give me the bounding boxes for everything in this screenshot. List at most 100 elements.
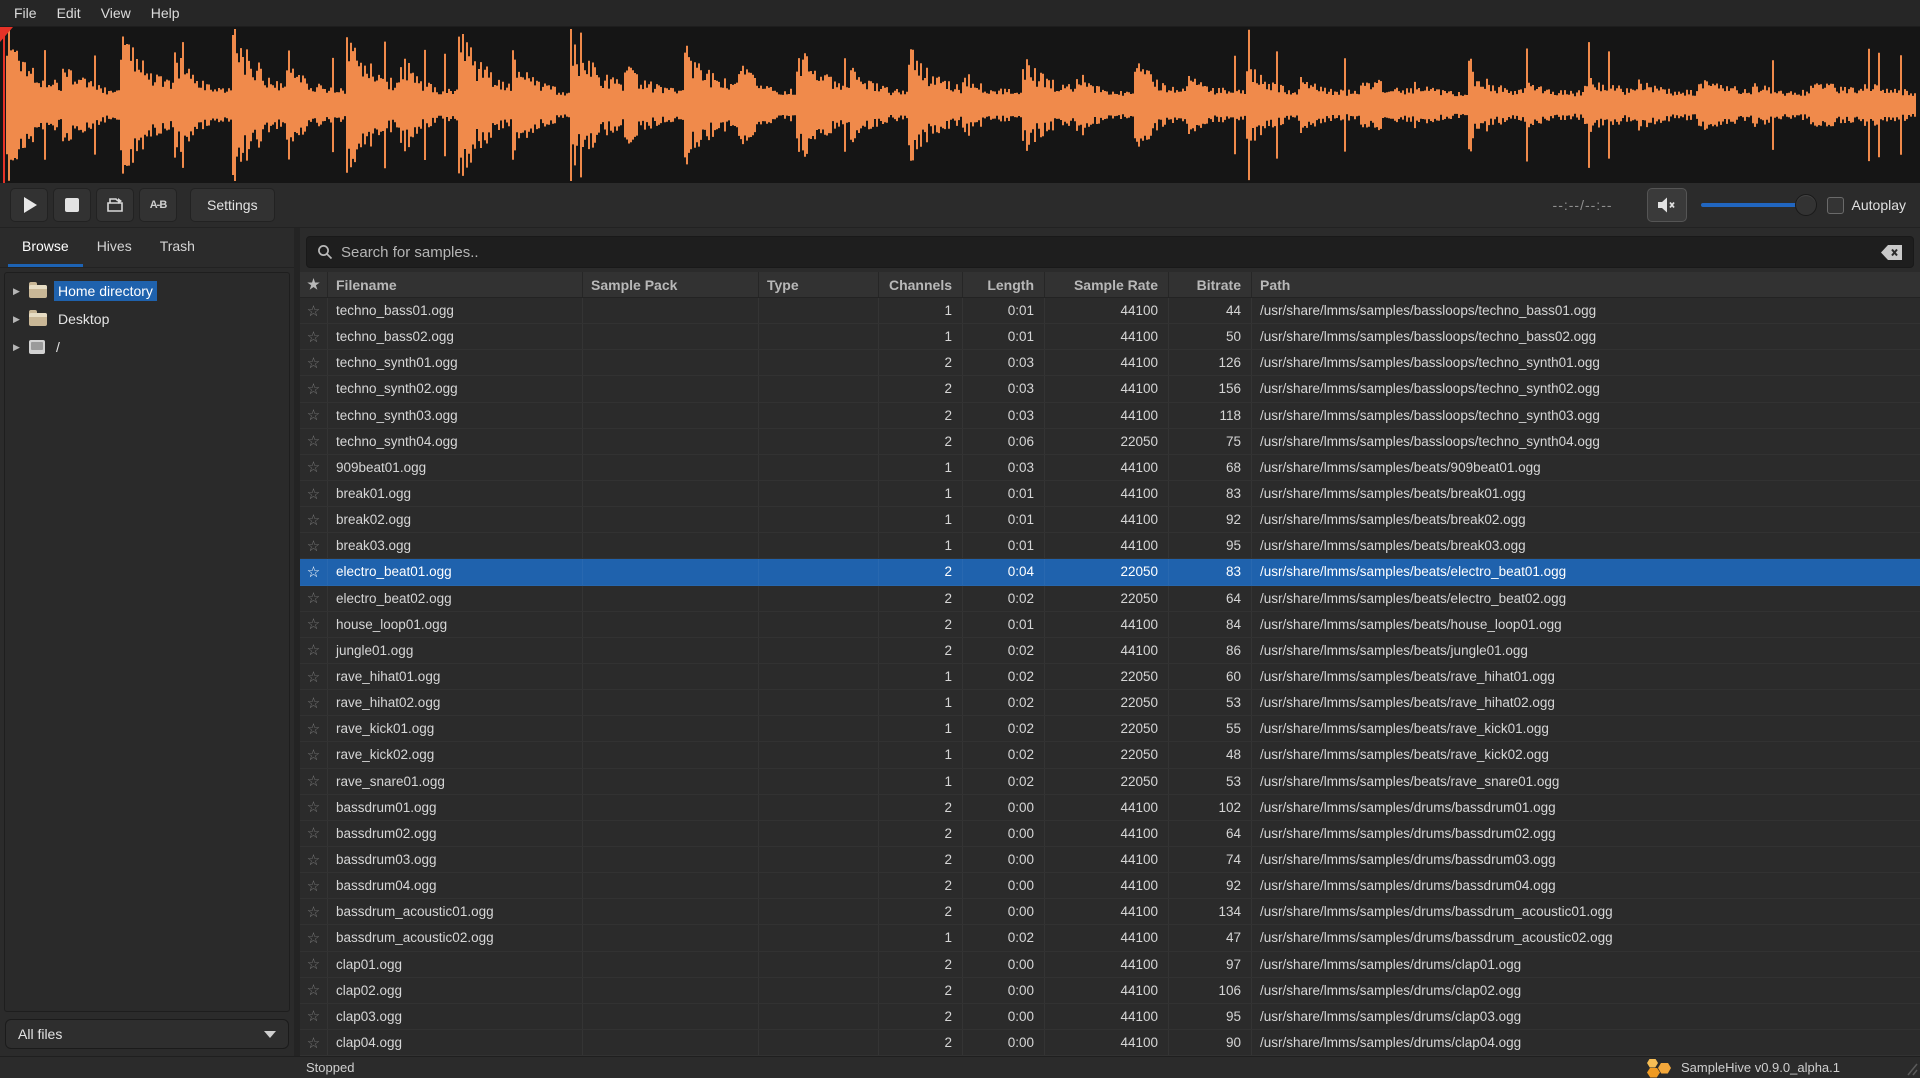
table-row[interactable]: ☆bassdrum01.ogg20:0044100102/usr/share/l… [300, 795, 1920, 821]
table-row[interactable]: ☆techno_synth02.ogg20:0344100156/usr/sha… [300, 376, 1920, 402]
favorite-star-icon[interactable]: ☆ [300, 1030, 328, 1055]
column-header-path[interactable]: Path [1252, 272, 1920, 297]
table-row[interactable]: ☆clap01.ogg20:004410097/usr/share/lmms/s… [300, 952, 1920, 978]
table-row[interactable]: ☆break01.ogg10:014410083/usr/share/lmms/… [300, 481, 1920, 507]
favorite-star-icon[interactable]: ☆ [300, 586, 328, 611]
tab-hives[interactable]: Hives [83, 228, 146, 267]
search-input[interactable] [341, 244, 1881, 261]
table-row[interactable]: ☆rave_kick02.ogg10:022205048/usr/share/l… [300, 742, 1920, 768]
tree-item-root[interactable]: ▶ / [5, 333, 289, 361]
column-header-bitrate[interactable]: Bitrate [1169, 272, 1252, 297]
column-header-type[interactable]: Type [759, 272, 879, 297]
table-row[interactable]: ☆jungle01.ogg20:024410086/usr/share/lmms… [300, 638, 1920, 664]
table-row[interactable]: ☆techno_bass02.ogg10:014410050/usr/share… [300, 324, 1920, 350]
table-row[interactable]: ☆electro_beat02.ogg20:022205064/usr/shar… [300, 586, 1920, 612]
table-row[interactable]: ☆techno_bass01.ogg10:014410044/usr/share… [300, 298, 1920, 324]
favorite-star-icon[interactable]: ☆ [300, 899, 328, 924]
volume-handle[interactable] [1795, 194, 1817, 216]
table-row[interactable]: ☆rave_snare01.ogg10:022205053/usr/share/… [300, 769, 1920, 795]
favorite-star-icon[interactable]: ☆ [300, 533, 328, 558]
table-row[interactable]: ☆techno_synth01.ogg20:0344100126/usr/sha… [300, 350, 1920, 376]
autoplay-checkbox[interactable] [1827, 197, 1844, 214]
cell-sample-pack [583, 350, 759, 375]
favorite-star-icon[interactable]: ☆ [300, 507, 328, 532]
file-filter-dropdown[interactable]: All files [5, 1019, 289, 1049]
favorite-star-icon[interactable]: ☆ [300, 403, 328, 428]
favorite-star-icon[interactable]: ☆ [300, 873, 328, 898]
clear-search-icon[interactable] [1881, 245, 1903, 260]
cell-sample-pack [583, 952, 759, 977]
column-header-channels[interactable]: Channels [879, 272, 963, 297]
play-button[interactable] [10, 188, 48, 222]
favorite-star-icon[interactable]: ☆ [300, 612, 328, 637]
expander-icon[interactable]: ▶ [13, 342, 29, 353]
table-row[interactable]: ☆break02.ogg10:014410092/usr/share/lmms/… [300, 507, 1920, 533]
favorite-star-icon[interactable]: ☆ [300, 481, 328, 506]
table-row[interactable]: ☆clap03.ogg20:004410095/usr/share/lmms/s… [300, 1004, 1920, 1030]
settings-button[interactable]: Settings [190, 188, 275, 222]
favorite-star-icon[interactable]: ☆ [300, 350, 328, 375]
table-row[interactable]: ☆bassdrum_acoustic01.ogg20:0044100134/us… [300, 899, 1920, 925]
favorite-star-icon[interactable]: ☆ [300, 1004, 328, 1029]
favorite-star-icon[interactable]: ☆ [300, 742, 328, 767]
tree-item-home[interactable]: ▶ Home directory [5, 277, 289, 305]
favorite-star-icon[interactable]: ☆ [300, 376, 328, 401]
column-header-length[interactable]: Length [963, 272, 1045, 297]
table-row[interactable]: ☆rave_hihat02.ogg10:022205053/usr/share/… [300, 690, 1920, 716]
column-header-filename[interactable]: Filename [328, 272, 583, 297]
table-row[interactable]: ☆break03.ogg10:014410095/usr/share/lmms/… [300, 533, 1920, 559]
favorite-star-icon[interactable]: ☆ [300, 821, 328, 846]
table-row[interactable]: ☆techno_synth03.ogg20:0344100118/usr/sha… [300, 403, 1920, 429]
stop-button[interactable] [53, 188, 91, 222]
resize-grip[interactable] [1900, 1060, 1918, 1076]
column-header-sample-pack[interactable]: Sample Pack [583, 272, 759, 297]
cell-bitrate: 74 [1169, 847, 1252, 872]
table-row[interactable]: ☆clap02.ogg20:0044100106/usr/share/lmms/… [300, 978, 1920, 1004]
loop-sample-button[interactable] [96, 188, 134, 222]
table-row[interactable]: ☆bassdrum04.ogg20:004410092/usr/share/lm… [300, 873, 1920, 899]
favorite-star-icon[interactable]: ☆ [300, 795, 328, 820]
table-row[interactable]: ☆bassdrum_acoustic02.ogg10:024410047/usr… [300, 925, 1920, 951]
cell-bitrate: 60 [1169, 664, 1252, 689]
favorite-star-icon[interactable]: ☆ [300, 298, 328, 323]
menu-file[interactable]: File [4, 0, 47, 26]
favorite-star-icon[interactable]: ☆ [300, 952, 328, 977]
volume-slider[interactable] [1701, 194, 1813, 216]
cell-bitrate: 90 [1169, 1030, 1252, 1055]
favorite-column-header[interactable]: ★ [300, 272, 328, 297]
expander-icon[interactable]: ▶ [13, 314, 29, 325]
favorite-star-icon[interactable]: ☆ [300, 847, 328, 872]
tab-trash[interactable]: Trash [146, 228, 209, 267]
favorite-star-icon[interactable]: ☆ [300, 429, 328, 454]
favorite-star-icon[interactable]: ☆ [300, 978, 328, 1003]
table-row[interactable]: ☆bassdrum02.ogg20:004410064/usr/share/lm… [300, 821, 1920, 847]
favorite-star-icon[interactable]: ☆ [300, 664, 328, 689]
mute-button[interactable] [1647, 188, 1687, 222]
table-row[interactable]: ☆rave_kick01.ogg10:022205055/usr/share/l… [300, 716, 1920, 742]
table-row[interactable]: ☆rave_hihat01.ogg10:022205060/usr/share/… [300, 664, 1920, 690]
table-row[interactable]: ☆909beat01.ogg10:034410068/usr/share/lmm… [300, 455, 1920, 481]
ab-loop-button[interactable]: A-B [139, 188, 177, 222]
tab-browse[interactable]: Browse [8, 228, 83, 267]
waveform-viewer[interactable] [0, 27, 1920, 183]
favorite-star-icon[interactable]: ☆ [300, 925, 328, 950]
favorite-star-icon[interactable]: ☆ [300, 638, 328, 663]
favorite-star-icon[interactable]: ☆ [300, 769, 328, 794]
table-row[interactable]: ☆electro_beat01.ogg20:042205083/usr/shar… [300, 559, 1920, 585]
favorite-star-icon[interactable]: ☆ [300, 559, 328, 584]
column-header-sample-rate[interactable]: Sample Rate [1045, 272, 1169, 297]
cell-type [759, 978, 879, 1003]
table-row[interactable]: ☆clap04.ogg20:004410090/usr/share/lmms/s… [300, 1030, 1920, 1056]
menu-view[interactable]: View [91, 0, 141, 26]
tree-item-desktop[interactable]: ▶ Desktop [5, 305, 289, 333]
table-row[interactable]: ☆house_loop01.ogg20:014410084/usr/share/… [300, 612, 1920, 638]
expander-icon[interactable]: ▶ [13, 286, 29, 297]
favorite-star-icon[interactable]: ☆ [300, 455, 328, 480]
table-row[interactable]: ☆techno_synth04.ogg20:062205075/usr/shar… [300, 429, 1920, 455]
favorite-star-icon[interactable]: ☆ [300, 324, 328, 349]
menu-edit[interactable]: Edit [47, 0, 91, 26]
table-row[interactable]: ☆bassdrum03.ogg20:004410074/usr/share/lm… [300, 847, 1920, 873]
menu-help[interactable]: Help [141, 0, 190, 26]
favorite-star-icon[interactable]: ☆ [300, 716, 328, 741]
favorite-star-icon[interactable]: ☆ [300, 690, 328, 715]
